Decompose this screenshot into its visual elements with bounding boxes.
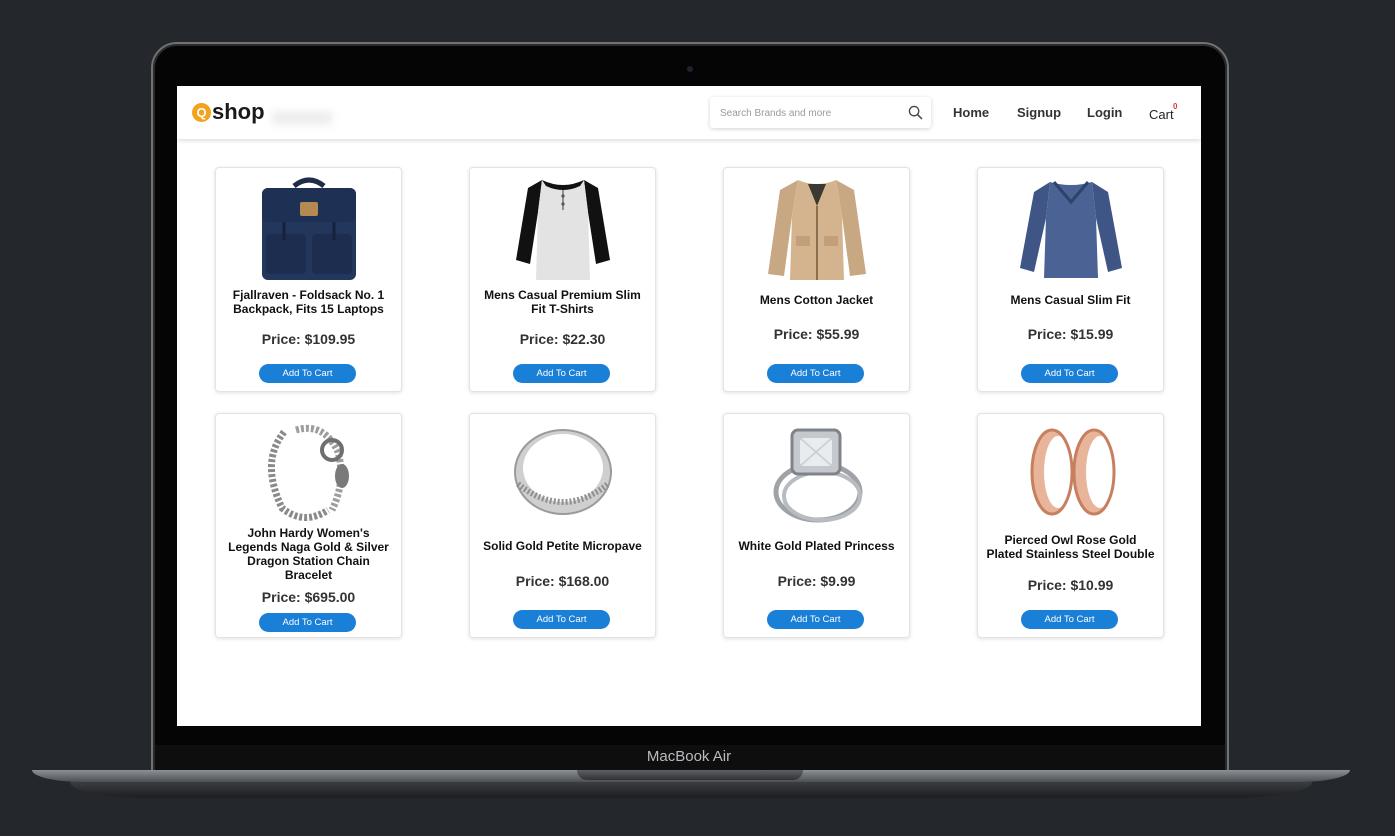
search-icon[interactable] <box>908 105 923 120</box>
cart-count-badge: 0 <box>1173 102 1178 111</box>
add-to-cart-button[interactable]: Add To Cart <box>1021 610 1118 629</box>
nav-home-link[interactable]: Home <box>953 105 989 120</box>
product-title[interactable]: Solid Gold Petite Micropave <box>478 539 647 553</box>
product-title[interactable]: Mens Cotton Jacket <box>732 293 901 307</box>
backpack-image[interactable] <box>216 176 401 282</box>
product-price: Price: $109.95 <box>261 331 356 347</box>
product-price: Price: $55.99 <box>773 326 860 342</box>
product-title[interactable]: Mens Casual Premium Slim Fit T-Shirts <box>478 288 647 316</box>
product-price: Price: $15.99 <box>1027 326 1114 342</box>
product-card: Fjallraven - Foldsack No. 1 Backpack, Fi… <box>215 167 402 392</box>
product-card: Mens Casual Slim Fit Price: $15.99 Add T… <box>977 167 1164 392</box>
logo-icon: Q <box>192 102 211 122</box>
device-label: MacBook Air <box>646 748 732 765</box>
product-title[interactable]: Mens Casual Slim Fit <box>986 293 1155 307</box>
product-price: Price: $10.99 <box>1027 577 1114 593</box>
jacket-image[interactable] <box>724 176 909 282</box>
laptop-base-shadow <box>70 782 1312 798</box>
rose-gold-tunnels-image[interactable] <box>978 422 1163 528</box>
add-to-cart-button[interactable]: Add To Cart <box>767 364 864 383</box>
logo[interactable]: Q shop <box>192 100 265 124</box>
nav-signup-link[interactable]: Signup <box>1017 105 1061 120</box>
search-input[interactable] <box>720 104 900 122</box>
nav-login-link[interactable]: Login <box>1087 105 1122 120</box>
product-card: Pierced Owl Rose Gold Plated Stainless S… <box>977 413 1164 638</box>
long-sleeve-shirt-image[interactable] <box>978 176 1163 282</box>
product-card: Mens Cotton Jacket Price: $55.99 Add To … <box>723 167 910 392</box>
product-price: Price: $168.00 <box>515 573 610 589</box>
bracelet-image[interactable] <box>216 422 401 528</box>
product-price: Price: $695.00 <box>261 589 356 605</box>
diamond-ring-image[interactable] <box>724 422 909 528</box>
add-to-cart-button[interactable]: Add To Cart <box>513 364 610 383</box>
add-to-cart-button[interactable]: Add To Cart <box>767 610 864 629</box>
product-title[interactable]: Fjallraven - Foldsack No. 1 Backpack, Fi… <box>224 288 393 316</box>
add-to-cart-button[interactable]: Add To Cart <box>1021 364 1118 383</box>
nav-cart-link[interactable]: Cart <box>1149 107 1174 122</box>
product-card: John Hardy Women's Legends Naga Gold & S… <box>215 413 402 638</box>
search-box <box>710 97 931 128</box>
logo-text: shop <box>212 99 265 124</box>
add-to-cart-button[interactable]: Add To Cart <box>259 613 356 632</box>
raglan-shirt-image[interactable] <box>470 176 655 282</box>
webcam-icon <box>687 66 693 72</box>
product-price: Price: $22.30 <box>519 331 606 347</box>
product-title[interactable]: John Hardy Women's Legends Naga Gold & S… <box>224 526 393 582</box>
product-card: White Gold Plated Princess Price: $9.99 … <box>723 413 910 638</box>
blurred-tagline <box>272 111 332 125</box>
product-price: Price: $9.99 <box>777 573 856 589</box>
add-to-cart-button[interactable]: Add To Cart <box>259 364 356 383</box>
laptop-notch <box>577 770 803 780</box>
product-title[interactable]: Pierced Owl Rose Gold Plated Stainless S… <box>986 533 1155 561</box>
ring-image[interactable] <box>470 422 655 528</box>
product-card: Mens Casual Premium Slim Fit T-Shirts Pr… <box>469 167 656 392</box>
browser-screen: Q shop Home Signup Login Cart 0 <box>177 86 1201 726</box>
product-title[interactable]: White Gold Plated Princess <box>732 539 901 553</box>
navbar: Q shop Home Signup Login Cart 0 <box>177 86 1201 139</box>
product-card: Solid Gold Petite Micropave Price: $168.… <box>469 413 656 638</box>
add-to-cart-button[interactable]: Add To Cart <box>513 610 610 629</box>
